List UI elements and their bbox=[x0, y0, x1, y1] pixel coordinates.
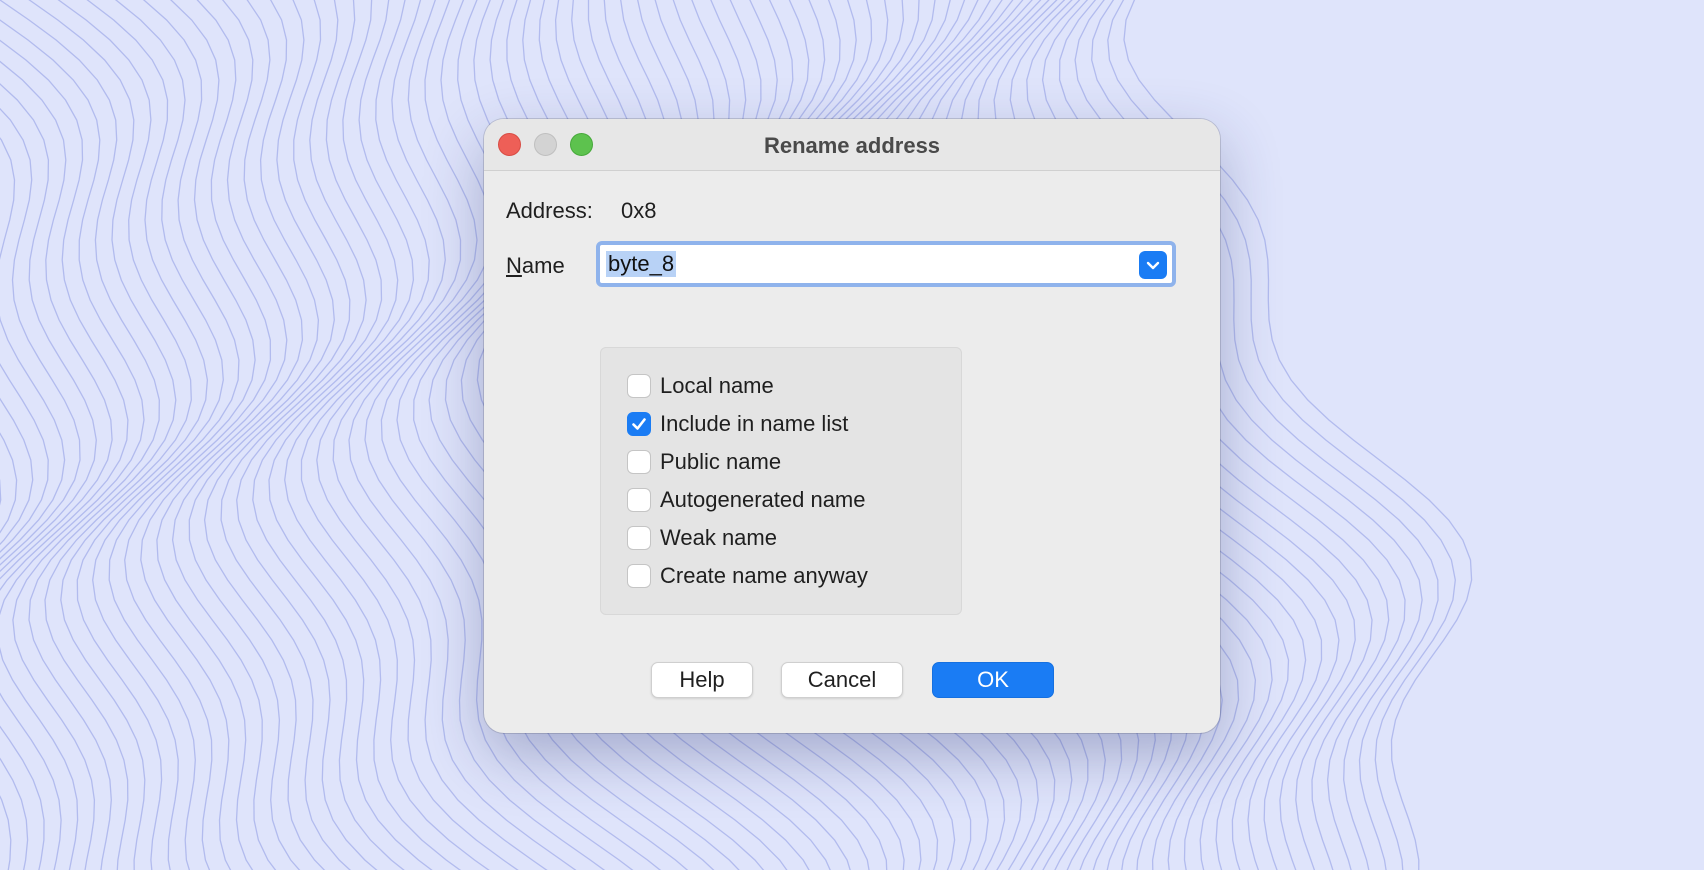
address-value: 0x8 bbox=[621, 198, 657, 223]
wallpaper-line bbox=[0, 363, 49, 553]
checkmark-icon bbox=[632, 418, 646, 430]
option-checkbox[interactable] bbox=[627, 564, 651, 588]
name-input-value[interactable]: byte_8 bbox=[606, 251, 677, 277]
option-checkbox[interactable] bbox=[627, 526, 651, 550]
name-label-mnemonic: N bbox=[506, 253, 522, 278]
wallpaper-line bbox=[252, 0, 405, 870]
address-label: Address: bbox=[506, 198, 593, 223]
option-label: Local name bbox=[660, 373, 774, 398]
option-label: Include in name list bbox=[660, 411, 849, 436]
name-dropdown-button[interactable] bbox=[1139, 251, 1167, 279]
title-bar[interactable]: Rename address bbox=[484, 119, 1220, 171]
wallpaper-line bbox=[0, 39, 129, 870]
option-label: Create name anyway bbox=[660, 563, 868, 588]
option-checkbox[interactable] bbox=[627, 450, 651, 474]
name-label: Name bbox=[506, 253, 565, 279]
wallpaper-line bbox=[108, 0, 256, 870]
wallpaper-line bbox=[284, 0, 462, 870]
wallpaper-line bbox=[76, 0, 224, 870]
wallpaper-line bbox=[0, 107, 81, 870]
chevron-down-icon bbox=[1146, 261, 1160, 270]
wallpaper-line bbox=[0, 83, 97, 870]
option-checkbox[interactable] bbox=[627, 488, 651, 512]
name-label-rest: ame bbox=[521, 253, 565, 278]
window-title: Rename address bbox=[763, 133, 941, 158]
option-label: Autogenerated name bbox=[660, 487, 866, 512]
name-combobox[interactable]: byte_8 bbox=[596, 241, 1176, 287]
help-button[interactable]: Help bbox=[651, 662, 753, 698]
option-checkbox[interactable] bbox=[627, 374, 651, 398]
option-label: Public name bbox=[660, 449, 782, 474]
option-label: Weak name bbox=[660, 525, 777, 550]
ok-button[interactable]: OK bbox=[932, 662, 1054, 698]
cancel-button[interactable]: Cancel bbox=[781, 662, 903, 698]
name-options-group: Local name Include in name list Public nam… bbox=[600, 347, 962, 615]
option-checkbox[interactable] bbox=[627, 412, 651, 436]
rename-address-dialog: Rename address Address: 0x8 Name byte_8 … bbox=[484, 119, 1220, 733]
